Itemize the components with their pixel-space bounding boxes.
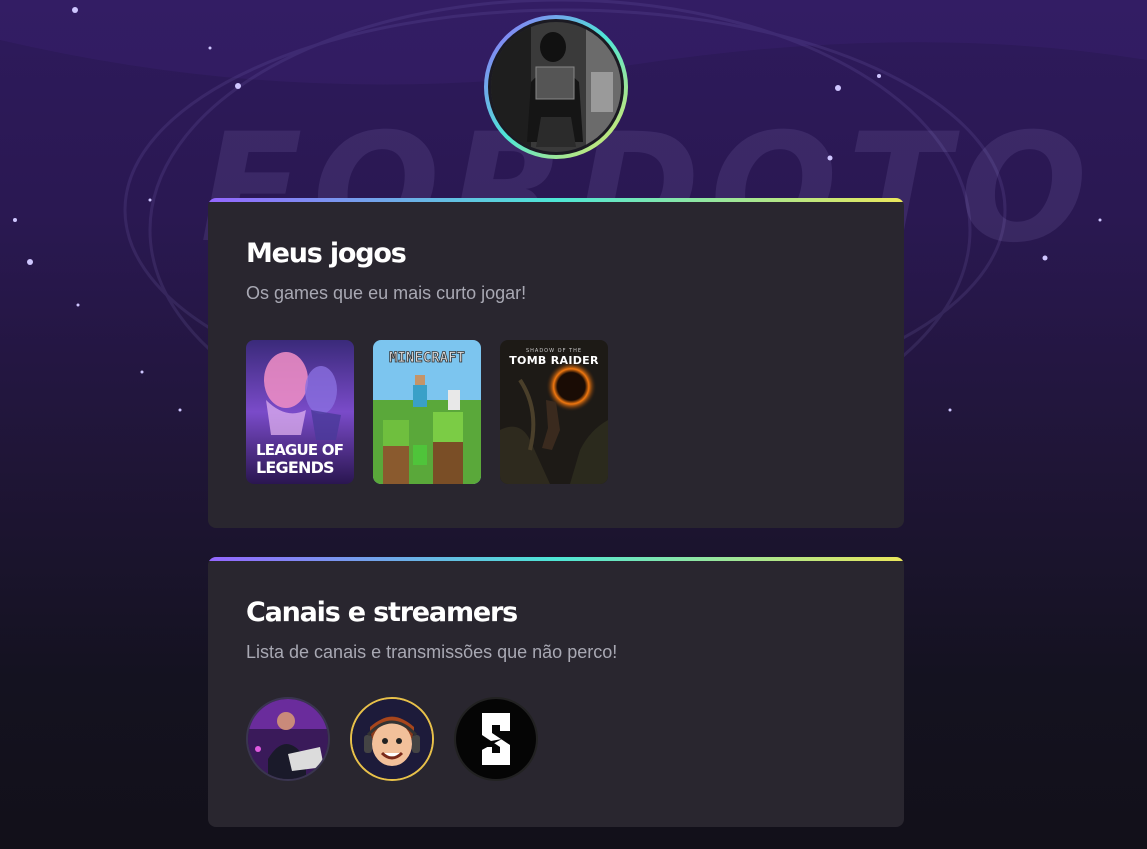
- game-art-text: TOMB RAIDER: [509, 354, 599, 367]
- games-subtitle: Os games que eu mais curto jogar!: [246, 283, 527, 303]
- channel-avatar[interactable]: [246, 697, 330, 781]
- game-minecraft[interactable]: MINECRAFT: [373, 340, 481, 484]
- games-card: Meus jogos Os games que eu mais curto jo…: [208, 198, 904, 528]
- channels-card: Canais e streamers Lista de canais e tra…: [208, 557, 904, 827]
- channels-list: [246, 697, 866, 781]
- game-art-text: LEGENDS: [256, 458, 334, 477]
- channel-avatar[interactable]: [350, 697, 434, 781]
- game-league-of-legends[interactable]: LEAGUE OF LEGENDS: [246, 340, 354, 484]
- games-list: LEAGUE OF LEGENDS MINECRAFT SHADOW OF TH…: [246, 340, 866, 484]
- avatar: [491, 22, 621, 152]
- channels-subtitle: Lista de canais e transmissões que não p…: [246, 642, 618, 662]
- profile-avatar: [484, 15, 628, 159]
- game-tomb-raider[interactable]: SHADOW OF THE TOMB RAIDER: [500, 340, 608, 484]
- game-art-text: MINECRAFT: [389, 350, 465, 366]
- avatar-border: [488, 19, 624, 155]
- avatar-photo-art: [491, 22, 621, 152]
- channels-title: Canais e streamers: [246, 597, 518, 628]
- games-title: Meus jogos: [246, 238, 407, 269]
- game-art-text: LEAGUE OF: [256, 441, 343, 459]
- channel-avatar[interactable]: [454, 697, 538, 781]
